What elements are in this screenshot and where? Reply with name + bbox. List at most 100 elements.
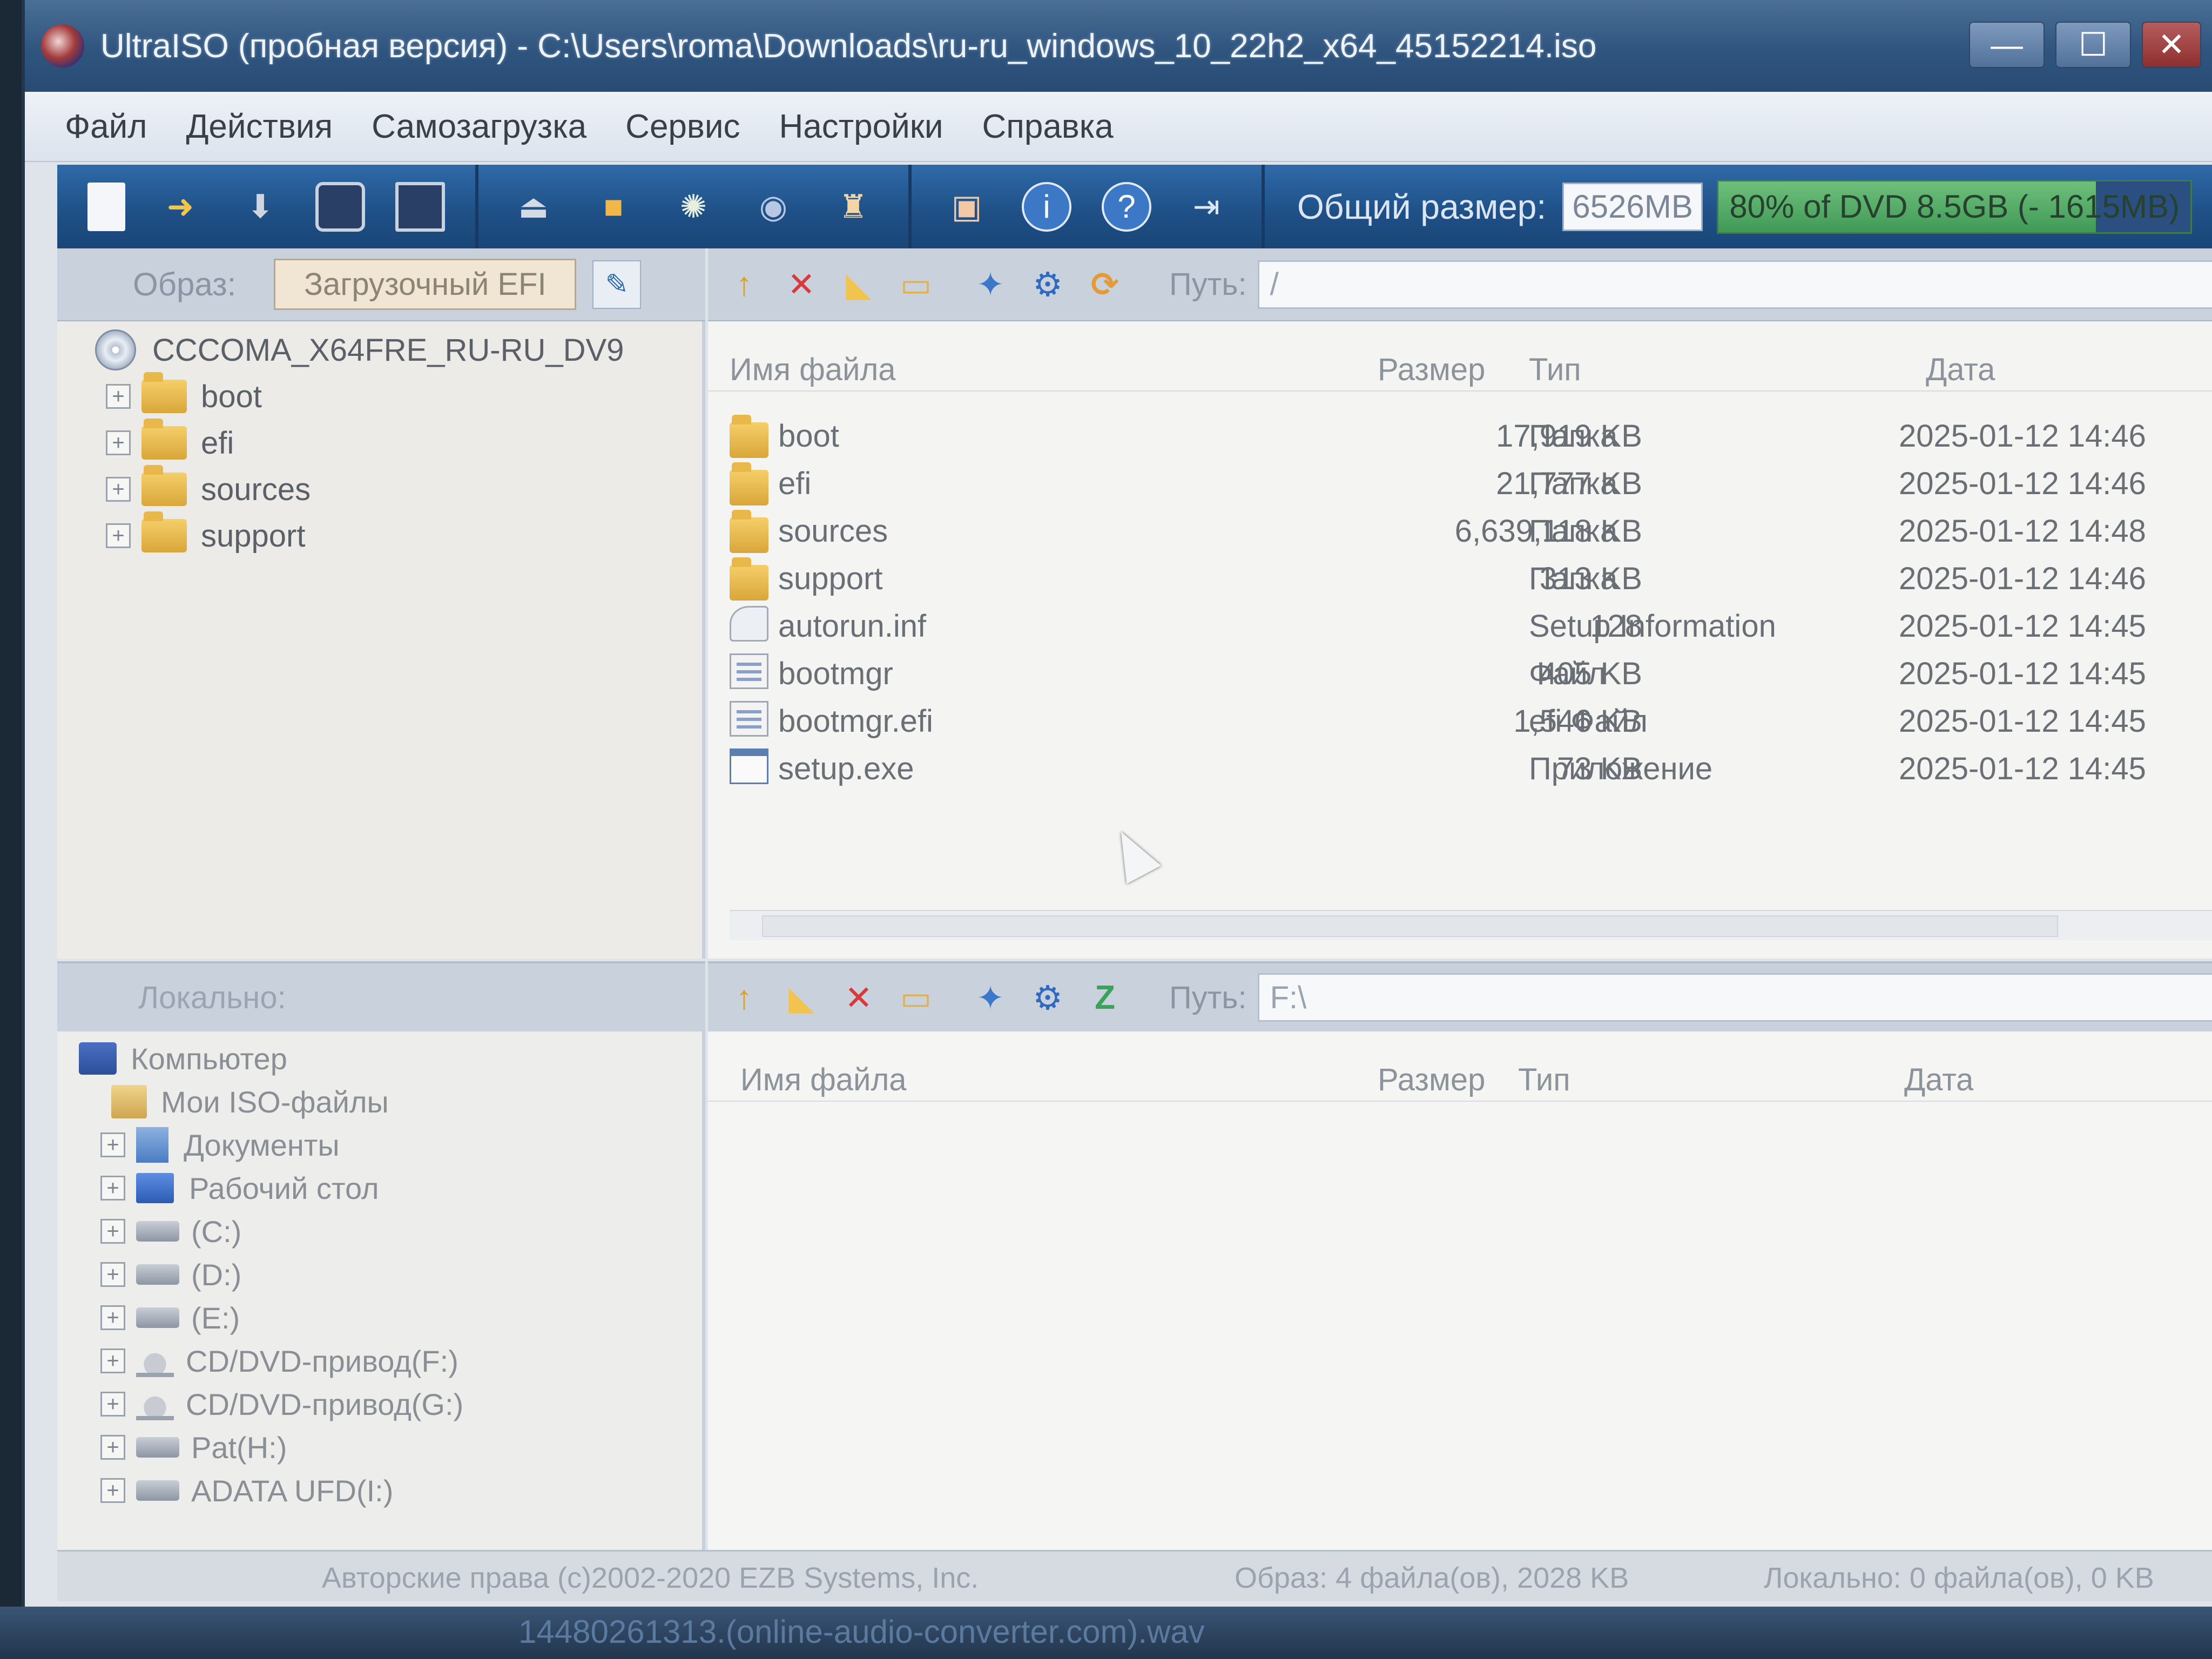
help-icon[interactable]: ? — [1102, 181, 1151, 232]
expand-icon[interactable]: + — [106, 477, 131, 502]
add-to-image-icon[interactable]: ✦ — [969, 976, 1011, 1019]
tree-item-label: CCCOMA_X64FRE_RU-RU_DV9 — [152, 332, 624, 368]
title-bar[interactable]: UltraISO (пробная версия) - C:\Users\rom… — [25, 0, 2212, 92]
iso-folder-icon — [111, 1085, 147, 1118]
cell-name: autorun.inf — [778, 609, 927, 644]
local-tree-item[interactable]: Мои ISO-файлы — [57, 1080, 702, 1123]
expand-icon[interactable]: + — [100, 1435, 125, 1460]
extract-icon[interactable]: ⬇ — [235, 182, 285, 232]
expand-icon[interactable]: + — [100, 1305, 125, 1330]
column-header-date[interactable]: Дата — [1904, 1062, 1973, 1098]
rename-icon[interactable]: ▭ — [895, 264, 937, 306]
local-tree-item[interactable]: + Рабочий стол — [57, 1166, 702, 1210]
tree-item-efi[interactable]: + efi — [57, 419, 702, 466]
menu-bootable[interactable]: Самозагрузка — [372, 107, 586, 146]
expand-icon[interactable]: + — [100, 1262, 125, 1287]
tree-item-root[interactable]: CCCOMA_X64FRE_RU-RU_DV9 — [57, 327, 702, 373]
taskbar-item[interactable]: 14480261313.(online-audio-converter.com)… — [518, 1613, 1205, 1650]
tree-item-support[interactable]: + support — [57, 511, 702, 559]
local-tree-item[interactable]: Компьютер — [57, 1037, 702, 1080]
settings-icon[interactable]: ⚙ — [1027, 976, 1069, 1019]
refresh-icon[interactable]: ⟳ — [1084, 264, 1126, 306]
minimize-button[interactable]: — — [1969, 22, 2045, 68]
local-tree-item[interactable]: + Pat(H:) — [57, 1426, 702, 1469]
settings-icon[interactable]: ⚙ — [1027, 264, 1069, 306]
maximize-button[interactable]: ☐ — [2055, 22, 2131, 68]
column-header-size[interactable]: Размер — [1378, 1062, 1485, 1098]
ultraiso-app-icon[interactable] — [41, 24, 84, 68]
cell-date: 2025-01-12 14:45 — [1899, 609, 2146, 644]
menu-tools[interactable]: Сервис — [625, 107, 740, 146]
properties-icon[interactable]: ▣ — [942, 182, 992, 232]
table-row[interactable]: autorun.inf 128 Setup Information 2025-01-1… — [708, 601, 2212, 648]
exit-icon[interactable]: ⇥ — [1182, 182, 1231, 232]
local-tree-item[interactable]: + CD/DVD-привод(F:) — [57, 1339, 702, 1382]
up-folder-icon[interactable]: ↑ — [723, 264, 765, 306]
make-cd-image-icon[interactable]: ⏏ — [509, 182, 558, 232]
column-header-name[interactable]: Имя файла — [740, 1062, 907, 1098]
expand-icon[interactable]: + — [106, 430, 131, 455]
expand-icon[interactable]: + — [100, 1219, 125, 1244]
iso-path-input[interactable]: / — [1257, 260, 2212, 309]
column-header-type[interactable]: Тип — [1529, 352, 1581, 388]
local-tree-item[interactable]: + (E:) — [57, 1296, 702, 1339]
horizontal-scrollbar[interactable] — [730, 910, 2212, 940]
expand-icon[interactable]: + — [106, 523, 131, 548]
mount-virtual-drive-icon[interactable]: ♜ — [828, 182, 878, 232]
info-icon[interactable]: i — [1022, 181, 1071, 232]
open-folder-icon[interactable]: ➜ — [156, 182, 205, 232]
close-button[interactable]: ✕ — [2142, 22, 2201, 68]
rename-icon[interactable]: ▭ — [895, 976, 937, 1019]
expand-icon[interactable]: + — [100, 1478, 125, 1503]
table-row[interactable]: setup.exe 73 KB Приложение 2025-01-12 14:45 — [708, 743, 2212, 791]
burn-cd-icon[interactable]: ◉ — [748, 182, 798, 232]
cell-date: 2025-01-12 14:46 — [1899, 419, 2146, 454]
column-header-size[interactable]: Размер — [1378, 352, 1485, 388]
column-header-date[interactable]: Дата — [1926, 352, 1995, 388]
table-row[interactable]: bootmgr 405 KB Файл 2025-01-12 14:45 — [708, 648, 2212, 696]
local-tree-item[interactable]: + CD/DVD-привод(G:) — [57, 1382, 702, 1426]
menu-file[interactable]: Файл — [65, 107, 147, 146]
tree-item-boot[interactable]: + boot — [57, 372, 702, 420]
boot-properties-button[interactable]: ✎ — [592, 260, 642, 309]
new-file-icon[interactable] — [87, 182, 125, 231]
menu-help[interactable]: Справка — [982, 107, 1114, 146]
expand-icon[interactable]: + — [100, 1132, 125, 1157]
column-header-name[interactable]: Имя файла — [730, 352, 896, 388]
table-row[interactable]: sources 6,639,118 KB Папка 2025-01-12 14:48 — [708, 505, 2212, 553]
save-icon[interactable] — [315, 181, 365, 232]
table-row[interactable]: efi 21,777 KB Папка 2025-01-12 14:46 — [708, 458, 2212, 505]
delete-icon[interactable]: ✕ — [838, 976, 880, 1019]
tree-item-sources[interactable]: + sources — [57, 465, 702, 512]
expand-icon[interactable]: + — [100, 1392, 125, 1417]
expand-icon[interactable]: + — [100, 1348, 125, 1373]
local-path-input[interactable]: F:\ — [1257, 973, 2212, 1022]
local-tree-item[interactable]: + (D:) — [57, 1253, 702, 1296]
scrollbar-thumb[interactable] — [762, 915, 2058, 937]
capacity-meter[interactable]: 80% of DVD 8.5GB (- 1615MB) — [1717, 179, 2193, 234]
expand-icon[interactable]: + — [106, 384, 131, 409]
local-tree-item[interactable]: + (C:) — [57, 1210, 702, 1253]
local-tree-item[interactable]: + Документы — [57, 1123, 702, 1166]
table-row[interactable]: boot 17,919 KB Папка 2025-01-12 14:46 — [708, 410, 2212, 458]
delete-icon[interactable]: ✕ — [780, 264, 822, 306]
column-header-type[interactable]: Тип — [1518, 1062, 1570, 1098]
table-row[interactable]: bootmgr.efi 1,546 KB efi Файл 2025-01-12 14… — [708, 696, 2212, 743]
compress-icon[interactable]: ✺ — [669, 182, 718, 232]
up-folder-icon[interactable]: ↑ — [723, 976, 765, 1019]
add-files-icon[interactable]: ✦ — [969, 264, 1011, 306]
make-hdd-image-icon[interactable]: ■ — [589, 182, 638, 232]
refresh-icon[interactable]: Z — [1084, 976, 1126, 1019]
local-file-list: Имя файла Размер Тип Дата — [708, 1031, 2212, 1550]
boot-type-field[interactable]: Загрузочный EFI — [274, 259, 577, 310]
new-folder-icon[interactable]: ◣ — [780, 976, 822, 1019]
save-as-icon[interactable] — [395, 181, 445, 232]
expand-icon[interactable]: + — [100, 1176, 125, 1201]
folder-icon — [141, 465, 187, 506]
new-folder-icon[interactable]: ◣ — [838, 264, 880, 306]
menu-actions[interactable]: Действия — [186, 107, 333, 146]
taskbar: 14480261313.(online-audio-converter.com)… — [0, 1607, 2212, 1659]
local-tree-item[interactable]: + ADATA UFD(I:) — [57, 1469, 702, 1512]
table-row[interactable]: support 313 KB Папка 2025-01-12 14:46 — [708, 553, 2212, 601]
menu-options[interactable]: Настройки — [779, 107, 943, 146]
